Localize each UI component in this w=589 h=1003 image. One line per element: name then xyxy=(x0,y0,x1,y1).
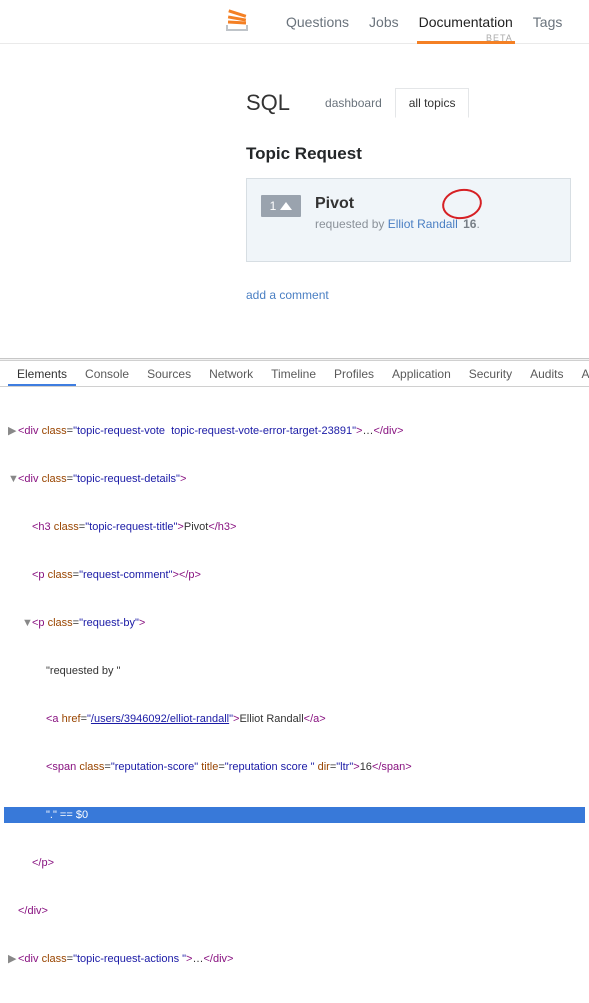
nav-questions[interactable]: Questions xyxy=(276,0,359,44)
up-arrow-icon xyxy=(280,202,292,210)
nav-jobs[interactable]: Jobs xyxy=(359,0,409,44)
nav-tags[interactable]: Tags xyxy=(523,0,573,44)
devtab-security[interactable]: Security xyxy=(460,361,521,386)
devtab-network[interactable]: Network xyxy=(200,361,262,386)
trailing-dot: . xyxy=(476,217,479,231)
topic-title: Pivot xyxy=(315,195,480,213)
tab-all-topics[interactable]: all topics xyxy=(395,88,470,118)
devtab-elements[interactable]: Elements xyxy=(8,361,76,386)
topic-request-card: 1 Pivot requested by Elliot Randall 16. xyxy=(246,178,571,262)
nav-documentation[interactable]: Documentation BETA xyxy=(409,0,523,44)
beta-badge: BETA xyxy=(486,33,513,43)
devtab-application[interactable]: Application xyxy=(383,361,460,386)
doc-subheader: SQL dashboard all topics xyxy=(246,88,589,118)
devtab-audits[interactable]: Audits xyxy=(521,361,572,386)
devtab-console[interactable]: Console xyxy=(76,361,138,386)
devtab-profiles[interactable]: Profiles xyxy=(325,361,383,386)
nav-documentation-label: Documentation xyxy=(419,14,513,30)
devtab-timeline[interactable]: Timeline xyxy=(262,361,325,386)
devtools-panel: Elements Console Sources Network Timelin… xyxy=(0,358,589,558)
doc-title: SQL xyxy=(246,90,290,116)
devtab-more[interactable]: A xyxy=(572,361,589,386)
dom-tree[interactable]: ▶<div class="topic-request-vote topic-re… xyxy=(0,387,589,1003)
request-by-prefix: requested by xyxy=(315,217,388,231)
vote-count: 1 xyxy=(270,199,277,213)
reputation-score: 16 xyxy=(463,217,476,231)
devtab-sources[interactable]: Sources xyxy=(138,361,200,386)
add-comment-link[interactable]: add a comment xyxy=(246,288,589,302)
selected-dom-node[interactable]: "." == $0 xyxy=(4,807,585,823)
request-by-line: requested by Elliot Randall 16. xyxy=(315,217,480,231)
stackoverflow-logo[interactable] xyxy=(226,4,258,40)
section-title: Topic Request xyxy=(246,144,589,164)
tab-dashboard[interactable]: dashboard xyxy=(312,89,395,117)
top-nav: Questions Jobs Documentation BETA Tags xyxy=(0,0,589,44)
devtools-tabs: Elements Console Sources Network Timelin… xyxy=(0,361,589,387)
upvote-button[interactable]: 1 xyxy=(261,195,301,217)
user-link[interactable]: Elliot Randall xyxy=(388,217,458,231)
topic-request-body: Pivot requested by Elliot Randall 16. xyxy=(315,195,480,231)
